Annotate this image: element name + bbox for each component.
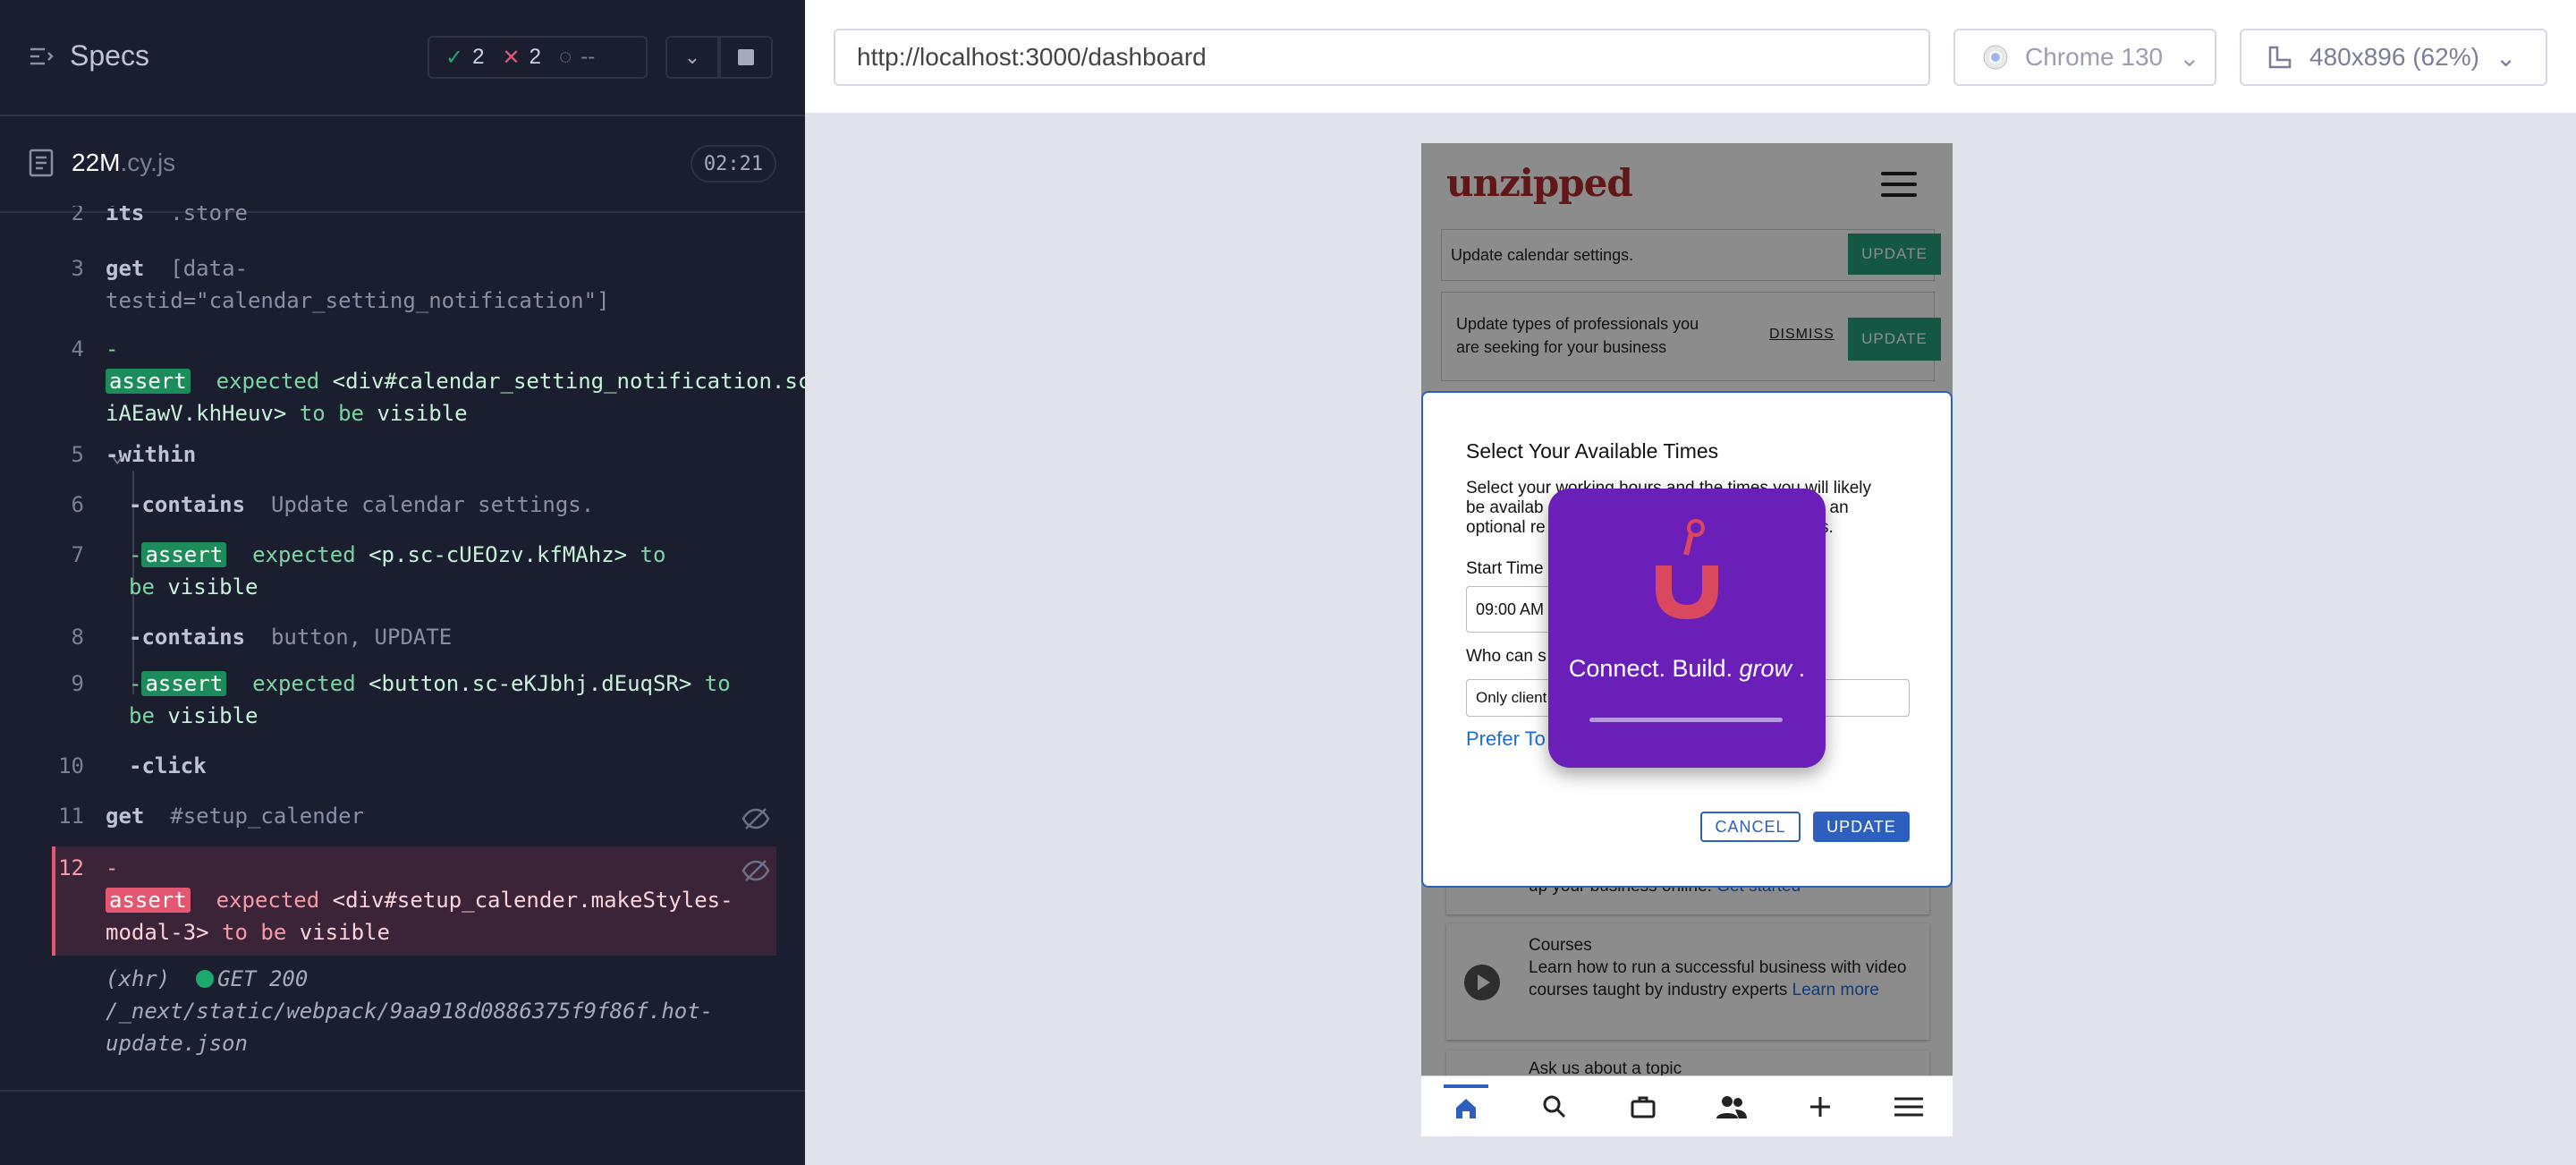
prefer-link[interactable]: Prefer To	[1466, 727, 1546, 751]
failed-stat: ✕ 2	[502, 45, 541, 70]
command-row[interactable]: 3 get [data-testid="calendar_setting_not…	[52, 252, 776, 317]
preview-toolbar: http://localhost:3000/dashboard Chrome 1…	[805, 0, 2576, 115]
modal-title: Select Your Available Times	[1466, 439, 1719, 463]
who-can-label: Who can s	[1466, 647, 1546, 666]
command-row[interactable]: 9 - assert expected <button.sc-eKJbhj.dEu…	[52, 668, 776, 732]
command-row[interactable]: 2 its .store	[52, 206, 284, 233]
bottom-navigation	[1421, 1076, 1953, 1136]
chevron-down-button[interactable]: ⌄	[665, 36, 719, 79]
people-nav-icon[interactable]	[1709, 1084, 1754, 1129]
chevron-down-icon: ⌄	[2179, 43, 2200, 72]
spec-file: 22M.cy.js	[29, 149, 175, 177]
update-button[interactable]: UPDATE	[1813, 812, 1910, 842]
pending-stat: ◌ --	[558, 45, 596, 69]
command-row[interactable]: 7 - assert expected <p.sc-cUEOzv.kfMAhz> …	[52, 539, 776, 603]
menu-collapse-icon	[30, 47, 54, 64]
command-row[interactable]: 11 get #setup_calender	[52, 800, 776, 850]
specs-header: Specs ✓ 2 ✕ 2 ◌ -- ⌄	[0, 0, 805, 116]
home-nav-icon[interactable]	[1443, 1084, 1488, 1129]
chevron-down-icon: ⌄	[2495, 43, 2517, 72]
command-row[interactable]: 8 -contains button, UPDATE	[52, 621, 776, 671]
splash-progress-bar	[1589, 718, 1783, 722]
specs-toggle[interactable]: Specs	[29, 39, 149, 72]
document-icon	[29, 149, 54, 177]
check-icon: ✓	[445, 45, 464, 70]
command-row[interactable]: 10 -click	[52, 750, 776, 800]
command-row-failed[interactable]: 12 -assert expected <div#setup_calender.…	[52, 846, 776, 956]
cancel-button[interactable]: CANCEL	[1700, 812, 1801, 842]
passed-stat: ✓ 2	[445, 45, 485, 70]
duration-badge: 02:21	[691, 145, 776, 183]
status-dot	[196, 970, 215, 988]
x-icon: ✕	[502, 45, 521, 70]
command-row[interactable]: 4 -assert expected <div#calendar_setting…	[52, 333, 824, 429]
start-time-label: Start Time	[1466, 559, 1544, 578]
eye-slash-icon[interactable]	[741, 855, 771, 886]
menu-nav-icon[interactable]	[1886, 1084, 1931, 1129]
browser-select[interactable]: Chrome 130 ⌄	[1953, 29, 2216, 86]
xhr-log-row[interactable]: (xhr) GET 200/_next/static/webpack/9aa91…	[52, 963, 776, 1059]
spec-file-ext: .cy.js	[120, 149, 176, 176]
command-row-within[interactable]: 5 ⌄ -within	[52, 438, 776, 489]
viewport-select[interactable]: 480x896 (62%) ⌄	[2240, 29, 2547, 86]
test-stats: ✓ 2 ✕ 2 ◌ --	[428, 36, 648, 79]
search-nav-icon[interactable]	[1532, 1084, 1577, 1129]
command-row[interactable]: 6 -contains Update calendar settings.	[52, 489, 776, 539]
stop-icon	[738, 49, 754, 65]
add-nav-icon[interactable]	[1798, 1084, 1843, 1129]
ruler-icon	[2268, 46, 2292, 69]
chevron-down-icon: ⌄	[683, 46, 701, 68]
command-log-panel: Specs ✓ 2 ✕ 2 ◌ -- ⌄ 22M.cy.js 02:21 2 its …	[0, 0, 824, 1165]
splash-tagline: Connect. Build. grow .	[1568, 655, 1806, 682]
chrome-icon	[1983, 45, 2008, 70]
eye-slash-icon[interactable]	[741, 804, 771, 834]
spec-file-name: 22M	[72, 149, 121, 176]
specs-title: Specs	[70, 39, 149, 72]
spinner-icon: ◌	[558, 45, 572, 69]
zipper-u-logo-icon	[1656, 519, 1718, 619]
chevron-down-icon: ⌄	[111, 442, 124, 467]
briefcase-nav-icon[interactable]	[1621, 1084, 1665, 1129]
url-bar[interactable]: http://localhost:3000/dashboard	[834, 29, 1930, 86]
stop-button[interactable]	[719, 36, 773, 79]
loading-splash: Connect. Build. grow .	[1548, 489, 1826, 768]
